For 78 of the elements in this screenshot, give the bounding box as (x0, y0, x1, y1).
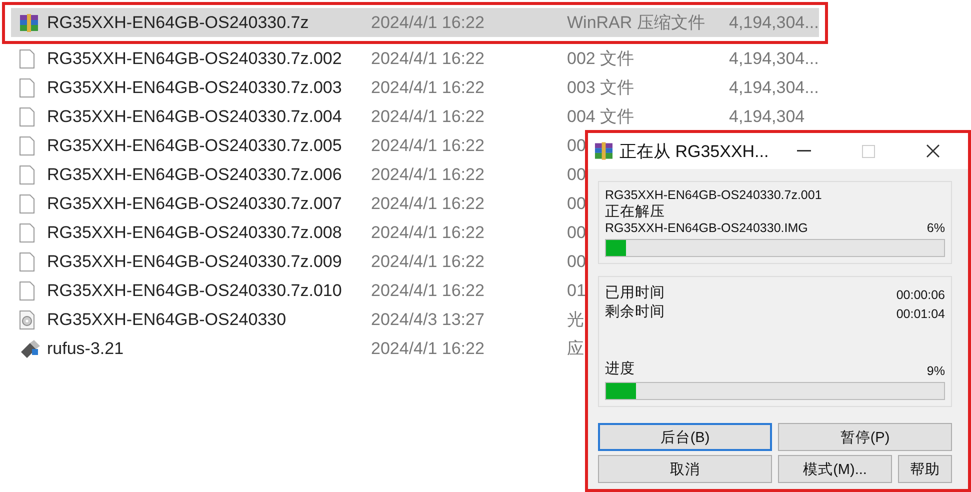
file-type: 00 (567, 164, 586, 184)
document-icon (19, 48, 35, 68)
dialog-button[interactable]: 取消 (598, 455, 772, 483)
remaining-time: 00:01:04 (896, 307, 945, 321)
file-row[interactable]: RG35XXH-EN64GB-OS240330.7z 2024/4/1 16:22 WinRAR 压缩文件 4,194,304... (11, 8, 819, 37)
file-size: 4,194,304 (729, 106, 805, 126)
file-row[interactable]: RG35XXH-EN64GB-OS240330.7z.009 2024/4/1 16:22 00 (11, 247, 819, 276)
file-type: 00 (567, 136, 586, 156)
modified-date: 2024/4/1 16:22 (371, 136, 484, 156)
progress-label: 进度 (605, 360, 635, 378)
file-name: RG35XXH-EN64GB-OS240330.7z.009 (47, 252, 342, 272)
file-name: RG35XXH-EN64GB-OS240330.7z.010 (47, 280, 342, 300)
modified-date: 2024/4/3 13:27 (371, 310, 484, 330)
archive-name: RG35XXH-EN64GB-OS240330.7z.001 (605, 188, 823, 202)
file-size: 4,194,304... (729, 78, 819, 98)
modified-date: 2024/4/1 16:22 (371, 78, 484, 98)
file-row[interactable]: RG35XXH-EN64GB-OS240330.7z.003 2024/4/1 16:22 003 文件 4,194,304... (11, 73, 819, 102)
modified-date: 2024/4/1 16:22 (371, 338, 484, 358)
dialog-button[interactable]: 帮助 (898, 455, 952, 483)
file-type: 002 文件 (567, 48, 634, 70)
usb-drive-icon (19, 340, 41, 358)
file-type: 00 (567, 222, 586, 242)
file-size: 4,194,304... (729, 12, 819, 32)
elapsed-time: 00:00:06 (896, 288, 945, 302)
document-icon (19, 136, 35, 156)
dialog-title: 正在从 RG35XXH... (619, 140, 769, 162)
disc-image-icon (19, 310, 35, 330)
maximize-icon (862, 144, 875, 158)
modified-date: 2024/4/1 16:22 (371, 48, 484, 68)
file-row[interactable]: RG35XXH-EN64GB-OS240330.7z.006 2024/4/1 16:22 00 (11, 160, 819, 189)
file-name: RG35XXH-EN64GB-OS240330.7z.004 (47, 106, 342, 126)
modified-date: 2024/4/1 16:22 (371, 106, 484, 126)
elapsed-label: 已用时间 (605, 284, 665, 302)
minimize-icon[interactable] (796, 150, 811, 152)
document-icon (19, 164, 35, 184)
file-type: 00 (567, 194, 586, 214)
file-name: RG35XXH-EN64GB-OS240330.7z.005 (47, 136, 342, 156)
document-icon (19, 194, 35, 214)
modified-date: 2024/4/1 16:22 (371, 222, 484, 242)
file-name: RG35XXH-EN64GB-OS240330.7z.008 (47, 222, 342, 242)
file-name: RG35XXH-EN64GB-OS240330.7z.002 (47, 48, 342, 68)
status-text: 正在解压 (605, 203, 666, 221)
dialog-button[interactable]: 暂停(P) (778, 423, 952, 451)
file-name: RG35XXH-EN64GB-OS240330.7z.007 (47, 194, 342, 214)
file-name: RG35XXH-EN64GB-OS240330.7z.003 (47, 78, 342, 98)
close-icon[interactable] (926, 144, 940, 158)
total-percent: 9% (926, 364, 945, 378)
file-type: 01 (567, 280, 586, 300)
document-icon (19, 78, 35, 98)
archive-icon (19, 12, 39, 32)
file-type: 应 (567, 338, 584, 360)
modified-date: 2024/4/1 16:22 (371, 280, 484, 300)
file-name: RG35XXH-EN64GB-OS240330.7z.006 (47, 164, 342, 184)
document-icon (19, 106, 35, 126)
file-row[interactable]: RG35XXH-EN64GB-OS240330.7z.002 2024/4/1 16:22 002 文件 4,194,304... (11, 44, 819, 73)
document-icon (19, 280, 35, 300)
file-type: 00 (567, 252, 586, 272)
modified-date: 2024/4/1 16:22 (371, 194, 484, 214)
file-type: 004 文件 (567, 106, 634, 128)
file-name: rufus-3.21 (47, 338, 124, 358)
dialog-button[interactable]: 后台(B) (598, 423, 772, 451)
file-size: 4,194,304... (729, 48, 819, 68)
file-name: RG35XXH-EN64GB-OS240330.7z (47, 12, 309, 32)
file-type: WinRAR 压缩文件 (567, 12, 705, 34)
archive-icon (594, 142, 614, 160)
file-type: 光 (567, 309, 584, 331)
file-name: RG35XXH-EN64GB-OS240330 (47, 310, 286, 330)
file-percent: 6% (926, 221, 945, 235)
modified-date: 2024/4/1 16:22 (371, 252, 484, 272)
current-file: RG35XXH-EN64GB-OS240330.IMG (605, 221, 808, 235)
document-icon (19, 222, 35, 242)
file-row[interactable]: RG35XXH-EN64GB-OS240330.7z.004 2024/4/1 16:22 004 文件 4,194,304 (11, 102, 819, 131)
modified-date: 2024/4/1 16:22 (371, 164, 484, 184)
dialog-button[interactable]: 模式(M)... (778, 455, 892, 483)
document-icon (19, 252, 35, 272)
modified-date: 2024/4/1 16:22 (371, 12, 484, 32)
remaining-label: 剩余时间 (605, 303, 665, 321)
file-type: 003 文件 (567, 77, 634, 99)
